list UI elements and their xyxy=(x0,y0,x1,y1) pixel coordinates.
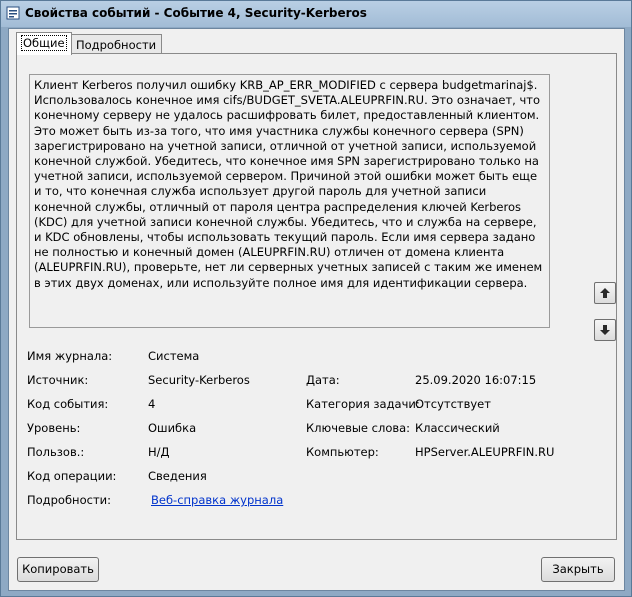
computer-label: Компьютер: xyxy=(306,445,379,459)
event-id-value: 4 xyxy=(148,397,156,411)
arrow-up-icon xyxy=(600,288,610,298)
user-label: Пользов.: xyxy=(27,445,85,459)
general-tab-panel: Клиент Kerberos получил ошибку KRB_AP_ER… xyxy=(16,53,617,540)
computer-value: HPServer.ALEUPRFIN.RU xyxy=(415,445,555,459)
more-info-label: Подробности: xyxy=(27,493,111,507)
tab-general[interactable]: Общие xyxy=(16,32,72,55)
keywords-value: Классический xyxy=(415,421,500,435)
tab-general-label: Общие xyxy=(21,35,67,51)
task-category-label: Категория задачи: xyxy=(306,397,420,411)
tab-details-label: Подробности xyxy=(76,38,157,52)
arrow-down-icon xyxy=(600,325,610,335)
task-category-value: Отсутствует xyxy=(415,397,491,411)
source-value: Security-Kerberos xyxy=(148,373,250,387)
copy-button-label: Копировать xyxy=(22,562,94,576)
opcode-label: Код операции: xyxy=(27,469,117,483)
tab-details[interactable]: Подробности xyxy=(70,34,163,55)
opcode-value: Сведения xyxy=(148,469,207,483)
log-name-value: Система xyxy=(148,349,200,363)
window-title: Свойства событий - Событие 4, Security-K… xyxy=(25,6,367,20)
level-value: Ошибка xyxy=(148,421,197,435)
date-value: 25.09.2020 16:07:15 xyxy=(415,373,537,387)
source-label: Источник: xyxy=(27,373,89,387)
dialog-client-area: Общие Подробности Клиент Kerberos получи… xyxy=(8,28,625,591)
previous-event-button[interactable] xyxy=(594,282,616,304)
close-button[interactable]: Закрыть xyxy=(541,557,615,582)
event-log-online-help-link[interactable]: Веб-справка журнала xyxy=(151,493,283,507)
event-properties-window: Свойства событий - Событие 4, Security-K… xyxy=(0,0,632,597)
title-bar[interactable]: Свойства событий - Событие 4, Security-K… xyxy=(1,1,631,27)
date-label: Дата: xyxy=(306,373,340,387)
keywords-label: Ключевые слова: xyxy=(306,421,411,435)
log-name-label: Имя журнала: xyxy=(27,349,113,363)
user-value: Н/Д xyxy=(148,445,170,459)
event-description[interactable]: Клиент Kerberos получил ошибку KRB_AP_ER… xyxy=(29,74,550,328)
level-label: Уровень: xyxy=(27,421,81,435)
copy-button[interactable]: Копировать xyxy=(17,557,99,582)
event-viewer-icon xyxy=(6,6,20,20)
event-id-label: Код события: xyxy=(27,397,109,411)
next-event-button[interactable] xyxy=(594,319,616,341)
close-button-label: Закрыть xyxy=(552,562,604,576)
